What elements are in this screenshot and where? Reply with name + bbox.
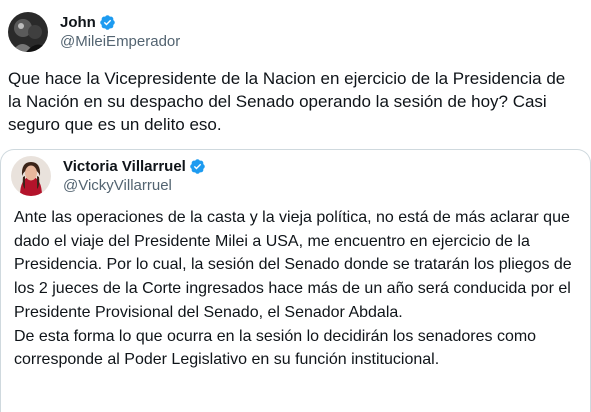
tweet-text: Que hace la Vicepresidente de la Nacion … xyxy=(8,69,570,134)
author-handle[interactable]: @MileiEmperador xyxy=(60,32,180,51)
tweet-author-header: John @MileiEmperador xyxy=(8,12,180,52)
quoted-tweet-card[interactable]: Victoria Villarruel @VickyVillarruel Ant… xyxy=(0,149,591,412)
dark-profile-avatar-icon xyxy=(8,12,48,52)
quoted-author-header: Victoria Villarruel @VickyVillarruel xyxy=(11,156,206,196)
quoted-tweet-text: Ante las operaciones de la casta y la vi… xyxy=(14,209,572,369)
author-display-name[interactable]: John xyxy=(60,13,96,32)
woman-profile-avatar-icon xyxy=(11,156,51,196)
avatar[interactable] xyxy=(11,156,51,196)
verified-badge-icon xyxy=(100,15,115,30)
avatar[interactable] xyxy=(8,12,48,52)
verified-badge-icon xyxy=(190,159,205,174)
quoted-author-display-name[interactable]: Victoria Villarruel xyxy=(63,157,186,176)
quoted-author-handle[interactable]: @VickyVillarruel xyxy=(63,176,206,195)
